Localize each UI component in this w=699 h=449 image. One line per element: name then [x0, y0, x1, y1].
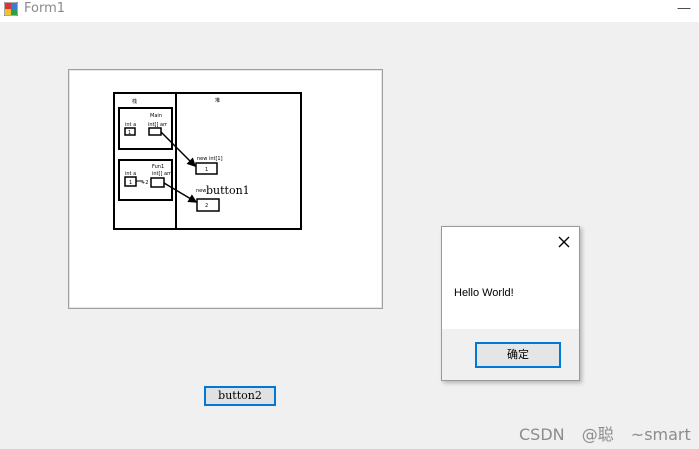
main-int-a-label: int a [125, 122, 136, 128]
form1-window: Form1 — 栈 堆 Main int a int[] arr 1 Fun1 … [0, 0, 699, 449]
message-box-dialog: Hello World! 确定 [441, 226, 580, 381]
heap-label: 堆 [215, 97, 220, 104]
app-icon [4, 2, 18, 16]
fun1-arr-cell [150, 177, 165, 188]
fun1-a-value: 1 [129, 180, 132, 186]
watermark-text: CSDN @聪 ~smart [519, 425, 691, 444]
stack-label: 栈 [132, 98, 137, 105]
ok-button[interactable]: 确定 [475, 342, 561, 368]
main-label: Main [150, 113, 162, 119]
main-int-arr-label: int[] arr [148, 122, 168, 128]
button2[interactable]: button2 [204, 386, 276, 406]
fun1-label: Fun1 [152, 164, 164, 170]
heap-array-1-value: 1 [205, 167, 208, 173]
fun1-plus-label: +2 [141, 180, 148, 186]
window-title: Form1 [24, 1, 66, 16]
heap-new-label-2: new [196, 188, 206, 194]
fun1-int-a-label: int a [125, 171, 136, 177]
main-arr-cell [148, 127, 162, 136]
heap-array-2-value: 2 [205, 203, 208, 209]
minimize-button[interactable]: — [669, 0, 699, 22]
picture-box: 栈 堆 Main int a int[] arr 1 Fun1 int a in… [68, 69, 383, 309]
button1-text[interactable]: button1 [206, 184, 250, 197]
close-icon[interactable] [557, 235, 571, 249]
message-text: Hello World! [454, 287, 514, 299]
heap-new-label-1: new int[1] [197, 156, 223, 162]
message-box-content: Hello World! [442, 227, 579, 329]
title-bar[interactable]: Form1 — [0, 0, 699, 22]
main-a-value: 1 [128, 130, 131, 136]
fun1-int-arr-label: int[] arr [152, 171, 172, 177]
